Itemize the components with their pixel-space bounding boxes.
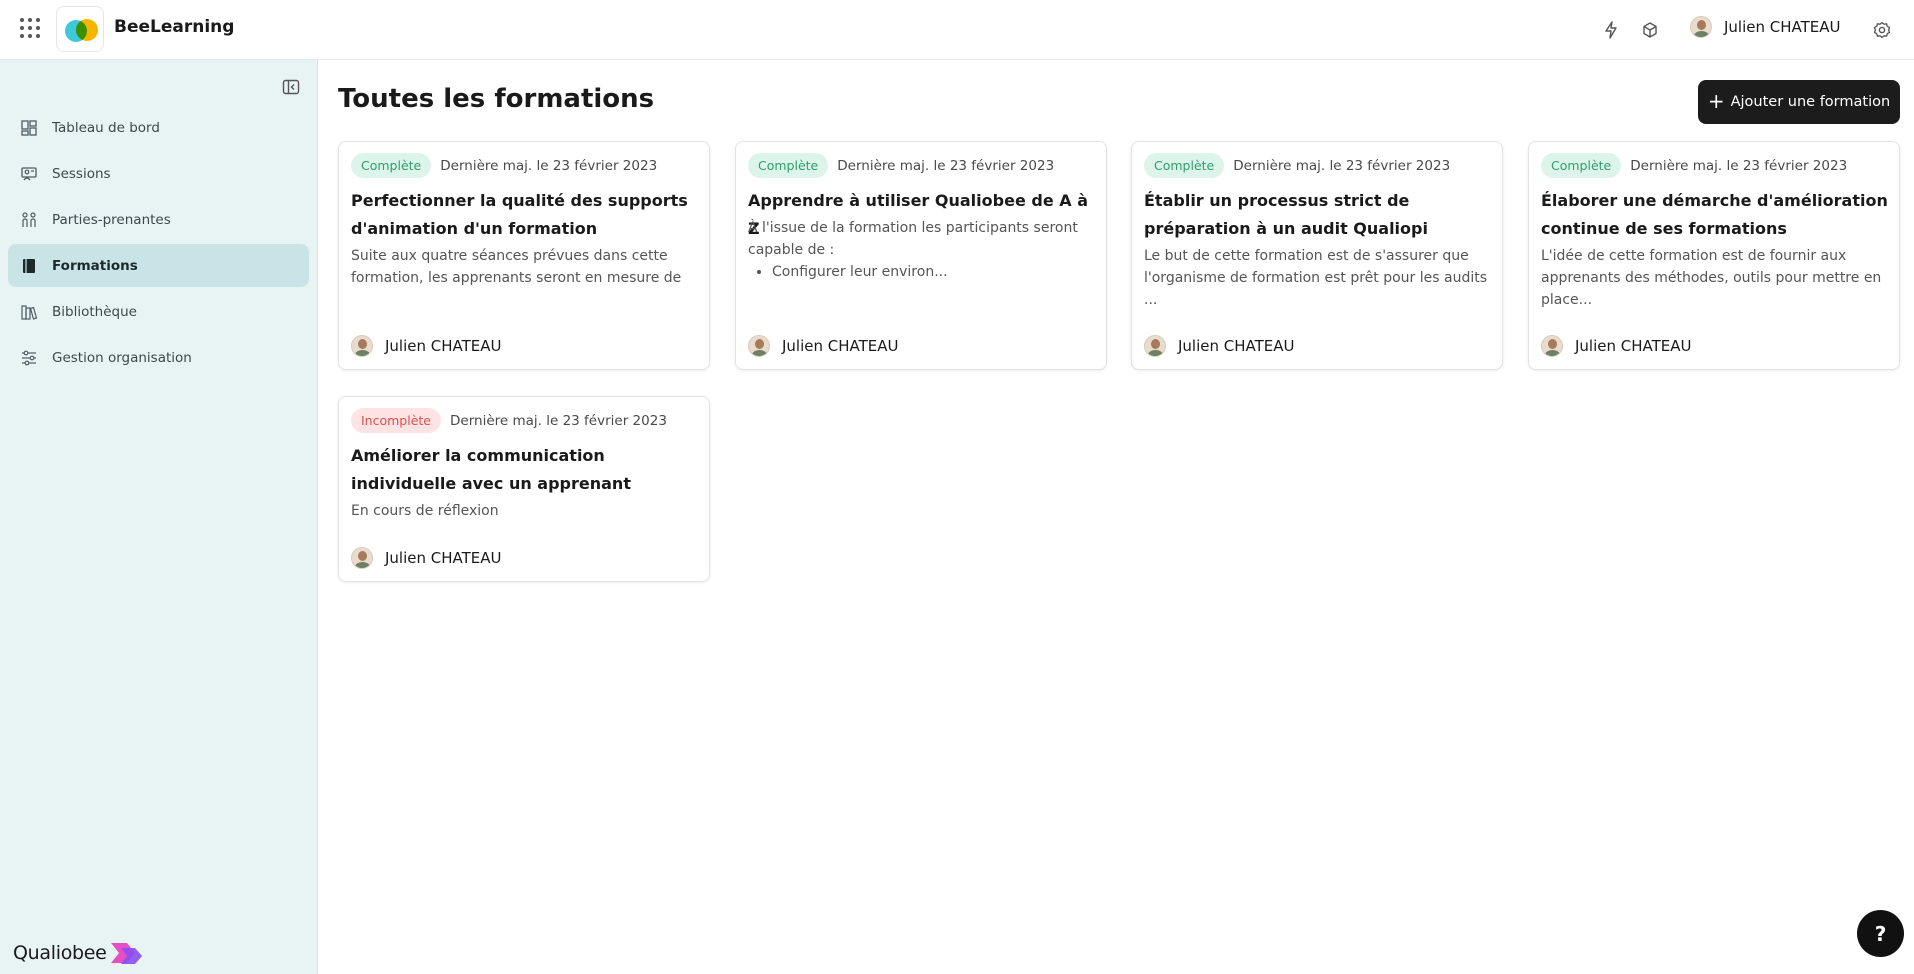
cube-icon[interactable] bbox=[1640, 20, 1660, 40]
last-updated-date: Dernière maj. le 23 février 2023 bbox=[1233, 157, 1451, 174]
formation-card[interactable]: Complète Dernière maj. le 23 février 202… bbox=[338, 141, 710, 370]
formation-description: À l'issue de la formation les participan… bbox=[748, 217, 1098, 283]
last-updated-date: Dernière maj. le 23 février 2023 bbox=[450, 412, 667, 429]
sidebar-collapse-icon[interactable] bbox=[281, 77, 301, 97]
formation-description: En cours de réflexion bbox=[351, 503, 499, 519]
plus-icon: + bbox=[1707, 89, 1725, 113]
formation-title: Élaborer une démarche d'amélioration con… bbox=[1541, 191, 1888, 238]
avatar bbox=[1144, 335, 1166, 357]
formation-title: Améliorer la communication individuelle … bbox=[351, 446, 631, 493]
formation-card[interactable]: Complète Dernière maj. le 23 février 202… bbox=[1131, 141, 1503, 370]
formation-description: L'idée de cette formation est de fournir… bbox=[1541, 248, 1882, 308]
top-header: BeeLearning Julien CHATEAU bbox=[0, 0, 1914, 60]
formation-card[interactable]: Complète Dernière maj. le 23 février 202… bbox=[1528, 141, 1900, 370]
status-badge: Complète bbox=[1144, 153, 1225, 178]
sidebar-item-label: Bibliothèque bbox=[52, 303, 137, 320]
author-name: Julien CHATEAU bbox=[385, 337, 502, 355]
sidebar-nav: Tableau de bord Sessions Parties-prenant… bbox=[8, 106, 309, 382]
author: Julien CHATEAU bbox=[1541, 335, 1692, 357]
sidebar-item-bibliotheque[interactable]: Bibliothèque bbox=[8, 290, 309, 333]
qualiobee-mark-icon bbox=[110, 943, 142, 964]
footer-brand: Qualiobee bbox=[13, 942, 107, 964]
sidebar-item-label: Tableau de bord bbox=[52, 119, 160, 136]
status-badge: Complète bbox=[748, 153, 829, 178]
sidebar-item-label: Parties-prenantes bbox=[52, 211, 171, 228]
formation-description: Suite aux quatre séances prévues dans ce… bbox=[351, 248, 682, 286]
lightning-icon[interactable] bbox=[1601, 20, 1621, 40]
sliders-icon bbox=[22, 350, 36, 365]
author: Julien CHATEAU bbox=[748, 335, 899, 357]
sidebar-item-label: Formations bbox=[52, 257, 138, 274]
author-name: Julien CHATEAU bbox=[782, 337, 899, 355]
formation-title: Perfectionner la qualité des supports d'… bbox=[351, 191, 688, 238]
sidebar-item-label: Sessions bbox=[52, 165, 111, 182]
sessions-icon bbox=[21, 166, 37, 180]
sidebar-item-tableau-de-bord[interactable]: Tableau de bord bbox=[8, 106, 309, 149]
formation-description: Le but de cette formation est de s'assur… bbox=[1144, 248, 1487, 308]
avatar bbox=[1541, 335, 1563, 357]
sidebar: Tableau de bord Sessions Parties-prenant… bbox=[0, 60, 318, 974]
avatar bbox=[351, 547, 373, 569]
settings-icon[interactable] bbox=[1872, 20, 1892, 40]
formation-card[interactable]: Complète Dernière maj. le 23 février 202… bbox=[735, 141, 1107, 370]
status-badge: Complète bbox=[351, 153, 432, 178]
last-updated-date: Dernière maj. le 23 février 2023 bbox=[440, 157, 658, 174]
help-button[interactable]: ? bbox=[1857, 910, 1904, 957]
sidebar-item-sessions[interactable]: Sessions bbox=[8, 152, 309, 195]
sidebar-item-formations[interactable]: Formations bbox=[8, 244, 309, 287]
page-title: Toutes les formations bbox=[338, 84, 655, 114]
description-text: À l'issue de la formation les participan… bbox=[748, 220, 1078, 258]
app-logo[interactable] bbox=[56, 6, 104, 52]
dashboard-icon bbox=[21, 119, 37, 136]
sidebar-item-gestion-organisation[interactable]: Gestion organisation bbox=[8, 336, 309, 379]
library-icon bbox=[21, 304, 38, 320]
last-updated-date: Dernière maj. le 23 février 2023 bbox=[837, 157, 1055, 174]
last-updated-date: Dernière maj. le 23 février 2023 bbox=[1630, 157, 1848, 174]
author: Julien CHATEAU bbox=[351, 335, 502, 357]
apps-grid-icon[interactable] bbox=[20, 18, 40, 38]
author: Julien CHATEAU bbox=[1144, 335, 1295, 357]
book-icon bbox=[23, 258, 35, 273]
author-name: Julien CHATEAU bbox=[385, 549, 502, 567]
add-formation-label: Ajouter une formation bbox=[1730, 94, 1891, 110]
author-name: Julien CHATEAU bbox=[1575, 337, 1692, 355]
add-formation-button[interactable]: + Ajouter une formation bbox=[1698, 80, 1900, 124]
description-bullet: Configurer leur environ... bbox=[772, 261, 1098, 283]
author-name: Julien CHATEAU bbox=[1178, 337, 1295, 355]
formation-card[interactable]: Incomplète Dernière maj. le 23 février 2… bbox=[338, 396, 710, 582]
avatar bbox=[1690, 16, 1712, 38]
stakeholders-icon bbox=[22, 211, 36, 227]
user-menu[interactable]: Julien CHATEAU bbox=[1690, 16, 1841, 38]
avatar bbox=[351, 335, 373, 357]
sidebar-item-parties-prenantes[interactable]: Parties-prenantes bbox=[8, 198, 309, 241]
qualiobee-logo: Qualiobee bbox=[13, 940, 145, 966]
status-badge: Complète bbox=[1541, 153, 1622, 178]
author: Julien CHATEAU bbox=[351, 547, 502, 569]
formation-title: Établir un processus strict de préparati… bbox=[1144, 191, 1428, 238]
brand-name: BeeLearning bbox=[114, 17, 235, 37]
avatar bbox=[748, 335, 770, 357]
user-name: Julien CHATEAU bbox=[1724, 18, 1841, 36]
status-badge: Incomplète bbox=[351, 408, 441, 433]
sidebar-item-label: Gestion organisation bbox=[52, 349, 192, 366]
